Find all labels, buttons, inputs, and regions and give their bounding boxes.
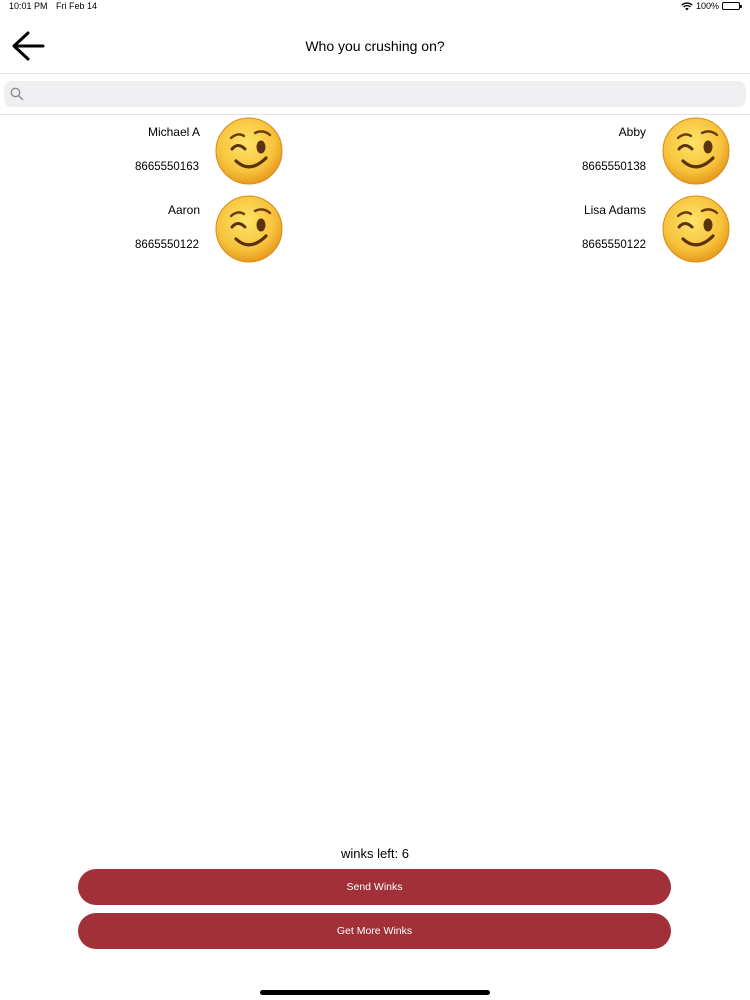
winking-face-icon[interactable]: [661, 194, 731, 264]
status-date: Fri Feb 14: [56, 1, 98, 11]
status-right: 100%: [681, 1, 742, 11]
nav-bar: Who you crushing on?: [0, 14, 750, 74]
contact-name: Michael A: [147, 125, 200, 139]
search-icon: [10, 87, 24, 101]
divider: [0, 114, 750, 115]
winks-left-label: winks left: 6: [341, 846, 409, 861]
status-bar: 10:01 PM Fri Feb 14 100%: [0, 0, 750, 14]
contact-cell[interactable]: Aaron 8665550122: [4, 194, 284, 270]
contact-phone: 8665550163: [135, 161, 199, 173]
get-more-winks-button[interactable]: Get More Winks: [78, 913, 671, 949]
screen: 10:01 PM Fri Feb 14 100% Who you crushin…: [0, 0, 750, 1000]
contact-phone: 8665550138: [582, 161, 646, 173]
send-winks-button[interactable]: Send Winks: [78, 869, 671, 905]
contact-name: Aaron: [167, 203, 200, 217]
status-time: 10:01 PM: [9, 1, 48, 11]
contact-phone: 8665550122: [582, 239, 646, 251]
contact-cell[interactable]: Lisa Adams 8665550122: [445, 194, 725, 270]
wifi-icon: [681, 1, 693, 11]
home-indicator: [260, 990, 490, 995]
winking-face-icon[interactable]: [661, 116, 731, 186]
battery-icon: [722, 2, 742, 10]
contact-name: Abby: [618, 125, 646, 139]
search-input[interactable]: [30, 84, 730, 104]
contact-phone: 8665550122: [135, 239, 199, 251]
page-title: Who you crushing on?: [305, 38, 445, 54]
contact-cell[interactable]: Michael A 8665550163: [4, 116, 284, 192]
battery-percent: 100%: [695, 1, 719, 11]
contact-cell[interactable]: Abby 8665550138: [445, 116, 725, 192]
winking-face-icon[interactable]: [214, 116, 284, 186]
winking-face-icon[interactable]: [214, 194, 284, 264]
contact-name: Lisa Adams: [583, 203, 646, 217]
search-bar[interactable]: [4, 81, 746, 107]
